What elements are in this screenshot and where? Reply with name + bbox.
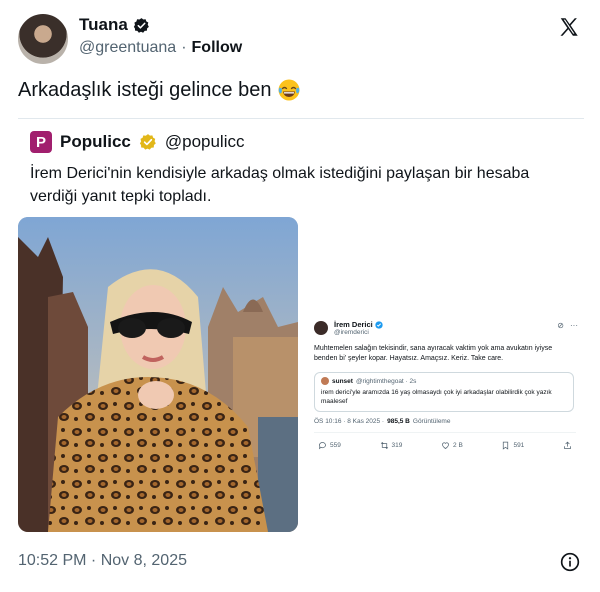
quoted-tweet-header: P Populicc @populicc — [30, 131, 245, 153]
embedded-reposts-count: 319 — [391, 442, 403, 449]
verified-gold-badge-icon — [139, 134, 156, 150]
info-icon[interactable] — [560, 552, 580, 572]
embedded-tweet-screenshot: İrem Derici @iremderici ⊘ ··· Muhtemelen… — [314, 315, 584, 467]
more-options-icon: ··· — [570, 321, 578, 330]
embedded-quoted-text: irem derici'yle aramızda 16 yaş olmasayd… — [321, 389, 552, 405]
share-icon — [564, 441, 571, 449]
embedded-quoted-handle: @rightimthegoat · 2s — [355, 377, 417, 385]
quoted-author-handle[interactable]: @populicc — [165, 132, 245, 152]
embedded-views-label: Görüntüleme — [412, 418, 451, 425]
embedded-replies: 559 — [318, 441, 341, 450]
bookmark-icon — [503, 441, 509, 450]
embedded-divider — [314, 432, 576, 433]
embedded-likes-count: 2 B — [453, 442, 463, 449]
author-handle[interactable]: @greentuana — [79, 39, 176, 57]
embedded-verified-icon — [375, 320, 383, 329]
embedded-author-name: İrem Derici — [334, 320, 373, 329]
tweet-text: Arkadaşlık isteği gelince ben — [18, 78, 301, 102]
tweet-timestamp[interactable]: 10:52 PM · Nov 8, 2025 — [18, 552, 187, 570]
embedded-replies-count: 559 — [330, 442, 341, 449]
x-logo-icon[interactable] — [558, 16, 580, 38]
quoted-tweet-text: İrem Derici'nin kendisiyle arkadaş olmak… — [30, 165, 530, 205]
embedded-views: 985,5 B — [387, 418, 410, 425]
embedded-bookmarks: 591 — [501, 441, 524, 450]
verified-badge-icon — [133, 17, 149, 33]
embedded-actions: ⊘ ··· — [557, 321, 578, 330]
embedded-share — [563, 441, 572, 450]
embedded-bookmarks-count: 591 — [513, 442, 525, 449]
embedded-avatar — [314, 321, 328, 335]
embedded-author-handle: @iremderici — [334, 329, 369, 336]
heart-icon — [442, 442, 449, 449]
embedded-body: Muhtemelen salağın tekisindir, sana ayır… — [314, 345, 553, 362]
media-photo[interactable] — [18, 217, 298, 532]
author-display-name[interactable]: Tuana — [79, 15, 128, 35]
reply-icon — [318, 442, 326, 450]
quoted-tweet-card[interactable]: P Populicc @populicc İrem Derici'nin ken… — [18, 118, 584, 538]
separator-dot: · — [181, 39, 187, 56]
follow-button[interactable]: Follow — [192, 39, 243, 57]
embedded-quoted-name: sunset — [332, 377, 353, 385]
embedded-likes: 2 B — [441, 441, 463, 450]
sunset-avatar — [321, 377, 329, 385]
embedded-time: ÖS 10:16 · 8 Kas 2025 · — [314, 418, 385, 425]
embedded-stats: 559 319 2 B 591 — [318, 441, 572, 450]
author-avatar[interactable] — [18, 14, 68, 64]
embedded-quoted-tweet: sunset @rightimthegoat · 2s irem derici'… — [314, 372, 574, 412]
grok-icon: ⊘ — [557, 321, 564, 330]
populicc-avatar[interactable]: P — [30, 131, 52, 153]
tweet-text-content: Arkadaşlık isteği gelince ben — [18, 78, 272, 101]
embedded-meta: ÖS 10:16 · 8 Kas 2025 · 985,5 B Görüntül… — [314, 418, 450, 425]
quoted-author-name[interactable]: Populicc — [60, 132, 131, 152]
face-with-tears-of-joy-icon — [278, 79, 300, 101]
embedded-reposts: 319 — [380, 441, 403, 450]
author-info: Tuana @greentuana · Follow — [79, 15, 242, 57]
photo-illustration — [18, 217, 298, 532]
repost-icon — [380, 441, 388, 450]
tweet-header: Tuana @greentuana · Follow — [18, 12, 584, 64]
embedded-author: İrem Derici — [334, 320, 383, 329]
